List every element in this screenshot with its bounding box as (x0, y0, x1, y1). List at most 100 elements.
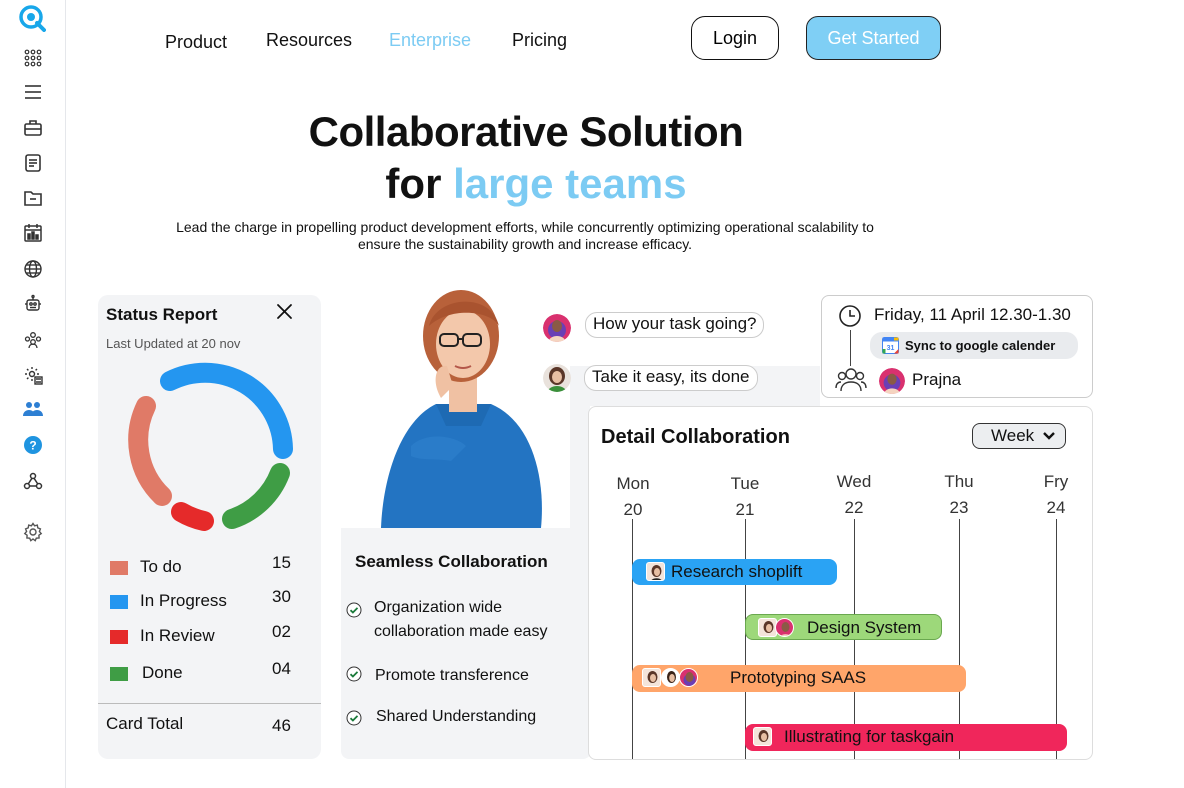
chat-background (570, 366, 590, 546)
avatar (661, 668, 680, 687)
day-name: Fry (1043, 472, 1069, 491)
help-icon[interactable]: ? (22, 434, 44, 456)
day-number: 20 (623, 500, 643, 519)
legend-swatch (110, 630, 128, 644)
hero-title-line1: Collaborative Solution (308, 108, 744, 155)
check-icon (346, 666, 362, 682)
avatar (679, 668, 698, 687)
task-design-system[interactable]: Design System (745, 614, 942, 640)
legend-row-in-progress: In Progress 30 (110, 587, 310, 615)
legend-value: 15 (272, 553, 291, 572)
day-name: Thu (944, 472, 974, 491)
collab-feature: Organization wide collaboration made eas… (374, 599, 548, 640)
legend-label: To do (140, 557, 182, 576)
chevron-down-icon (1043, 432, 1055, 440)
nav-product[interactable]: Product (165, 32, 227, 53)
task-research-shoplift[interactable]: Research shoplift (632, 559, 837, 585)
divider (98, 703, 321, 704)
donut-segment-done (222, 463, 290, 529)
legend-swatch (110, 667, 128, 681)
collab-feature: Promote transference (375, 667, 529, 684)
google-calendar-icon: 31 (882, 337, 899, 354)
donut-segment-in-progress (160, 362, 293, 459)
close-icon[interactable] (274, 301, 296, 323)
clock-icon (839, 305, 861, 327)
avatar (543, 364, 571, 392)
logo-icon[interactable] (18, 4, 46, 32)
menu-icon[interactable] (22, 81, 44, 103)
chat-message: Take it easy, its done (584, 365, 758, 391)
webhook-icon[interactable] (22, 470, 44, 492)
collab-feature: Shared Understanding (376, 708, 537, 725)
legend-swatch (110, 561, 128, 575)
avatar (879, 368, 905, 394)
status-report-title: Status Report (106, 305, 218, 324)
day-gridline (632, 519, 633, 759)
avatar (775, 618, 794, 637)
hero-title-prefix: for (385, 160, 442, 207)
legend-value: 30 (272, 587, 291, 606)
day-number: 22 (844, 498, 864, 517)
legend-row-todo: To do 15 (110, 553, 310, 581)
legend-label: In Review (140, 626, 215, 645)
seamless-collaboration-card: Seamless Collaboration Organization wide… (341, 528, 591, 759)
avatar (543, 314, 571, 342)
status-report-updated: Last Updated at 20 nov (106, 336, 241, 351)
avatar (646, 562, 665, 581)
detail-title: Detail Collaboration (601, 426, 790, 448)
day-name: Wed (836, 472, 872, 491)
event-card: Friday, 11 April 12.30-1.30 31 Sync to g… (821, 295, 1093, 398)
globe-icon[interactable] (22, 258, 44, 280)
day-name: Mon (616, 474, 650, 493)
day-number: 23 (949, 498, 969, 517)
status-report-card: Status Report Last Updated at 20 nov To … (98, 295, 321, 759)
nav-pricing[interactable]: Pricing (512, 30, 567, 51)
nav-enterprise[interactable]: Enterprise (389, 30, 471, 51)
task-label: Prototyping SAAS (730, 668, 867, 687)
legend-value: 04 (272, 659, 291, 678)
svg-text:?: ? (29, 439, 36, 453)
nav-resources[interactable]: Resources (266, 30, 352, 51)
check-icon (346, 710, 362, 726)
status-donut-chart (128, 362, 293, 531)
collab-title: Seamless Collaboration (355, 552, 548, 571)
week-dropdown-label: Week (991, 426, 1035, 445)
settings-gear-icon[interactable] (22, 364, 44, 386)
sync-label: Sync to google calender (905, 338, 1056, 353)
team-icon[interactable] (22, 329, 44, 351)
card-total-value: 46 (272, 716, 291, 735)
check-icon (346, 602, 362, 618)
svg-text:31: 31 (887, 345, 895, 352)
task-label: Design System (807, 618, 922, 637)
hero-subtitle: Lead the charge in propelling product de… (176, 219, 874, 252)
attendee-name: Prajna (912, 370, 962, 389)
event-datetime: Friday, 11 April 12.30-1.30 (874, 305, 1071, 324)
detail-collaboration-card: Detail Collaboration Week Mon 20 Tue 21 … (588, 406, 1093, 760)
card-total-label: Card Total (106, 714, 184, 733)
task-prototyping-saas[interactable]: Prototyping SAAS (632, 665, 966, 692)
legend-value: 02 (272, 622, 291, 641)
task-label: Illustrating for taskgain (784, 727, 955, 746)
legend-label: Done (142, 663, 183, 682)
users-icon (835, 368, 867, 392)
apps-grid-icon[interactable] (22, 47, 44, 69)
avatar (642, 668, 661, 687)
users-group-icon[interactable] (22, 399, 44, 421)
avatar (753, 727, 772, 746)
get-started-button[interactable]: Get Started (806, 16, 941, 60)
legend-label: In Progress (140, 591, 227, 610)
week-dropdown[interactable]: Week (972, 423, 1066, 449)
chat-message: How your task going? (585, 312, 765, 338)
donut-segment-to-do (128, 396, 172, 506)
legend-row-done: Done 04 (110, 659, 310, 687)
hero-title-accent: large teams (453, 160, 687, 207)
sync-google-calendar-button[interactable]: 31 Sync to google calender (870, 332, 1078, 359)
day-number: 24 (1046, 498, 1066, 517)
calendar-chart-icon[interactable] (22, 222, 44, 244)
task-illustrating-for-taskgain[interactable]: Illustrating for taskgain (745, 724, 1067, 751)
login-button[interactable]: Login (691, 16, 779, 60)
settings-icon[interactable] (22, 521, 44, 543)
day-gridline (745, 519, 746, 759)
timeline-connector (850, 330, 851, 366)
robot-icon[interactable] (22, 293, 44, 315)
